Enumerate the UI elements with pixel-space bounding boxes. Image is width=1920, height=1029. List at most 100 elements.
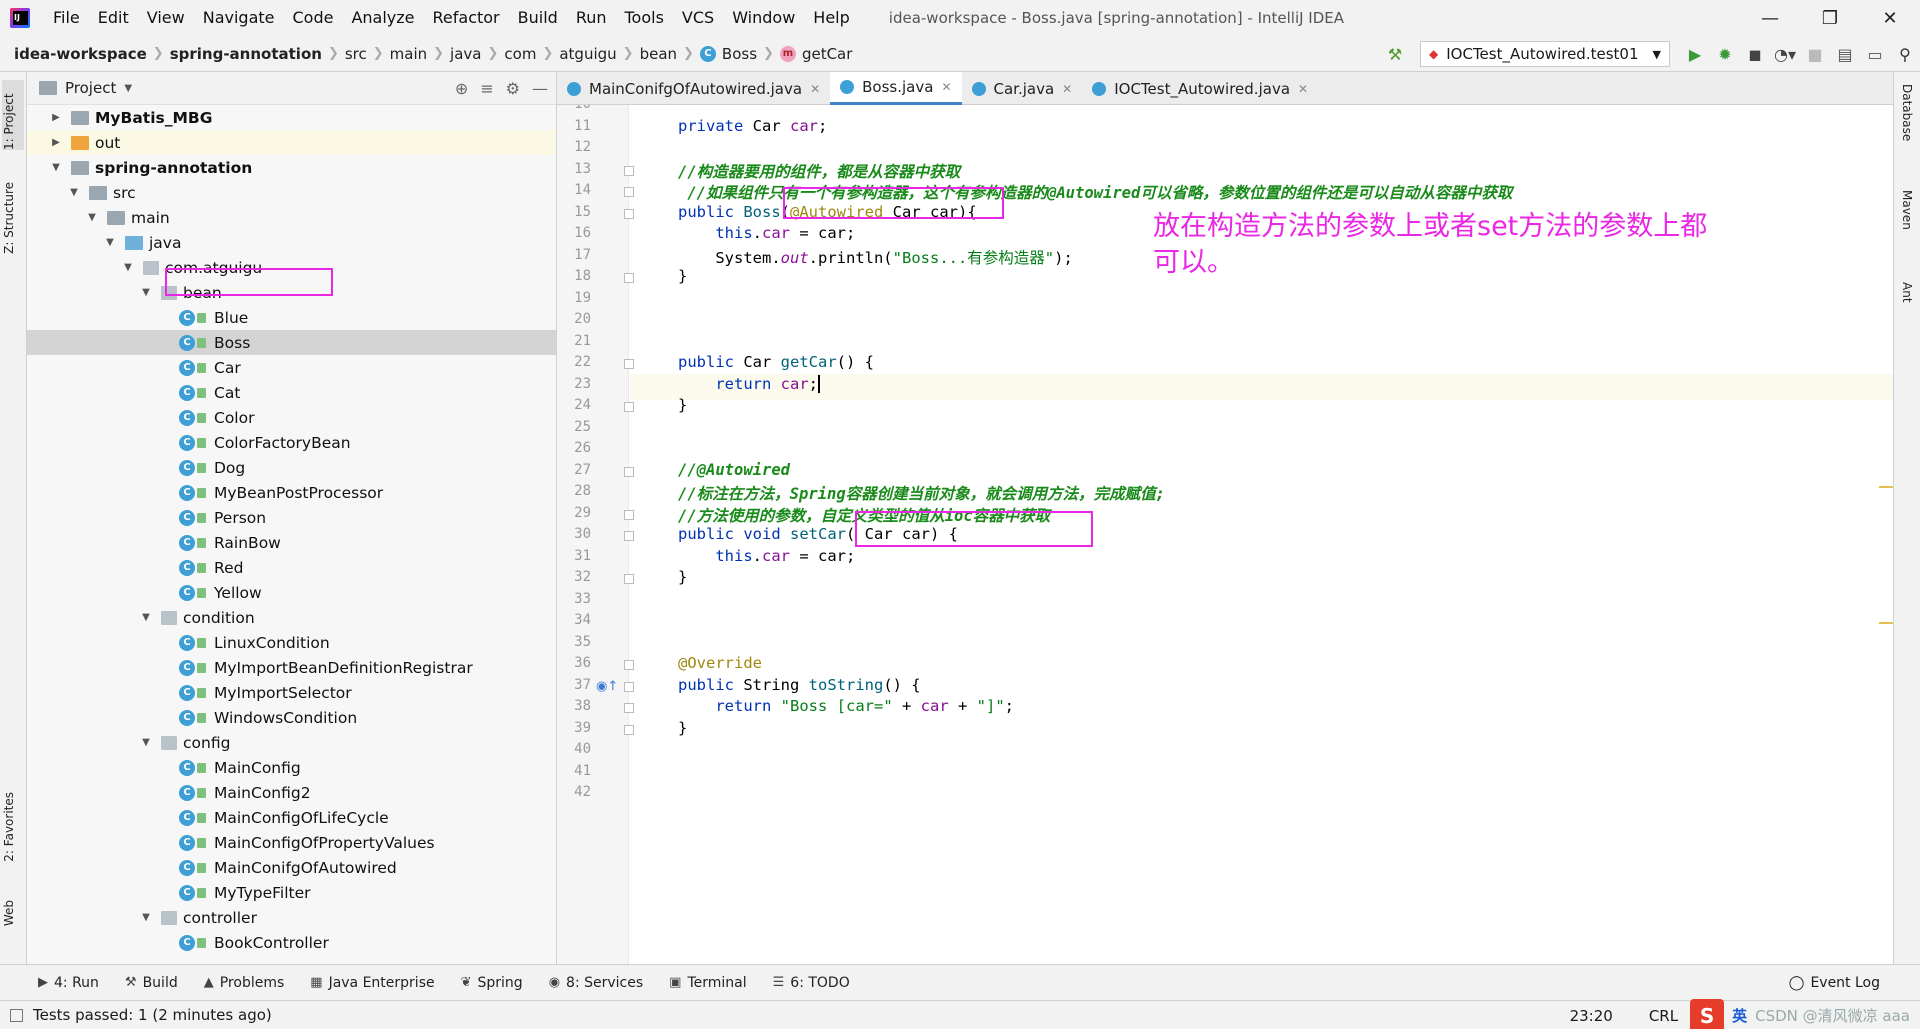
breadcrumb-item[interactable]: C Boss — [699, 45, 757, 63]
menu-help[interactable]: Help — [804, 0, 858, 36]
fold-icon[interactable] — [624, 466, 634, 477]
tab-database-tool[interactable]: Database — [1900, 84, 1914, 141]
breadcrumb-item[interactable]: java — [450, 45, 481, 63]
minimize-icon[interactable]: — — [1740, 0, 1800, 36]
tree-item-windowscondition[interactable]: C WindowsCondition — [27, 705, 556, 730]
fold-icon[interactable] — [624, 681, 634, 692]
hide-icon[interactable]: — — [532, 79, 548, 98]
tab-web-tool[interactable]: Web — [2, 900, 16, 926]
tab-mainconifgofautowired-java[interactable]: MainConifgOfAutowired.java ✕ — [557, 72, 830, 105]
sogou-ime-icon[interactable]: S — [1690, 998, 1725, 1029]
fold-icon[interactable] — [624, 574, 634, 584]
expand-down-icon[interactable]: ▼ — [103, 237, 117, 248]
tab-maven-tool[interactable]: Maven — [1900, 190, 1914, 230]
tree-item-src[interactable]: ▼ src — [27, 180, 556, 205]
fold-icon[interactable] — [624, 531, 634, 541]
menu-build[interactable]: Build — [509, 0, 567, 36]
line-separator[interactable]: CRL — [1649, 1007, 1678, 1025]
gear-icon[interactable]: ⚙ — [506, 79, 520, 98]
run-config-select[interactable]: ◆ IOCTest_Autowired.test01 ▼ — [1420, 41, 1670, 67]
fold-icon[interactable] — [624, 724, 634, 735]
breadcrumb-item[interactable]: src — [345, 45, 367, 63]
tab-ant-tool[interactable]: Ant — [1900, 282, 1914, 303]
build-hammer-icon[interactable]: ⚒ — [1380, 39, 1410, 69]
tree-item-condition[interactable]: ▼ condition — [27, 605, 556, 630]
close-tab-icon[interactable]: ✕ — [1298, 82, 1308, 96]
tree-item-linuxcondition[interactable]: C LinuxCondition — [27, 630, 556, 655]
breadcrumb-item[interactable]: idea-workspace — [14, 45, 147, 63]
menu-window[interactable]: Window — [723, 0, 804, 36]
tree-item-red[interactable]: C Red — [27, 555, 556, 580]
tree-item-myimportselector[interactable]: C MyImportSelector — [27, 680, 556, 705]
breadcrumb-item[interactable]: bean — [640, 45, 677, 63]
tree-item-out[interactable]: ▶ out — [27, 130, 556, 155]
menu-edit[interactable]: Edit — [89, 0, 138, 36]
menu-vcs[interactable]: VCS — [673, 0, 723, 36]
tool-java-enterprise[interactable]: ▦ Java Enterprise — [310, 975, 434, 991]
tab-car-java[interactable]: Car.java ✕ — [962, 72, 1083, 105]
tree-item-mainconfig2[interactable]: C MainConfig2 — [27, 780, 556, 805]
fold-icon[interactable] — [624, 273, 634, 283]
tree-item-color[interactable]: C Color — [27, 405, 556, 430]
tab-favorites-tool[interactable]: 2: Favorites — [2, 792, 16, 862]
tool-8-services[interactable]: ◉ 8: Services — [549, 975, 643, 991]
ime-language[interactable]: 英 — [1732, 1005, 1747, 1026]
override-gutter-icon[interactable]: ◉↑ — [596, 679, 618, 694]
profile-icon[interactable]: ◔▾ — [1770, 39, 1800, 69]
menu-code[interactable]: Code — [284, 0, 343, 36]
code-editor[interactable]: 10 11 private Car car; 12 13 //构造器要用的组件，都是从容器… — [557, 105, 1893, 964]
status-toggle-icon[interactable] — [10, 1008, 23, 1022]
close-tab-icon[interactable]: ✕ — [810, 82, 820, 96]
caret-position[interactable]: 23:20 — [1570, 1007, 1613, 1025]
tool-4-run[interactable]: ▶ 4: Run — [38, 975, 99, 991]
menu-run[interactable]: Run — [567, 0, 616, 36]
project-panel-title[interactable]: Project — [65, 79, 116, 97]
restore-icon[interactable]: ❐ — [1800, 0, 1860, 36]
fold-icon[interactable] — [624, 208, 634, 219]
tree-item-car[interactable]: C Car — [27, 355, 556, 380]
close-tab-icon[interactable]: ✕ — [1062, 82, 1072, 96]
menu-file[interactable]: File — [44, 0, 89, 36]
fold-icon[interactable] — [624, 402, 634, 412]
tree-item-blue[interactable]: C Blue — [27, 305, 556, 330]
tree-item-mytypefilter[interactable]: C MyTypeFilter — [27, 880, 556, 905]
tree-item-config[interactable]: ▼ config — [27, 730, 556, 755]
tree-item-main[interactable]: ▼ main — [27, 205, 556, 230]
tool-spring[interactable]: ❦ Spring — [461, 975, 523, 991]
fold-icon[interactable] — [624, 187, 634, 197]
tree-item-rainbow[interactable]: C RainBow — [27, 530, 556, 555]
event-log-button[interactable]: ◯ Event Log — [1789, 965, 1880, 1001]
menu-analyze[interactable]: Analyze — [342, 0, 423, 36]
tool-6-todo[interactable]: ☰ 6: TODO — [773, 975, 850, 991]
tree-item-spring-annotation[interactable]: ▼ spring-annotation — [27, 155, 556, 180]
tree-item-java[interactable]: ▼ java — [27, 230, 556, 255]
tree-item-mybatis-mbg[interactable]: ▶ MyBatis_MBG — [27, 105, 556, 130]
menu-tools[interactable]: Tools — [616, 0, 673, 36]
expand-down-icon[interactable]: ▼ — [121, 262, 135, 273]
coverage-icon[interactable]: ◼ — [1740, 39, 1770, 69]
expand-down-icon[interactable]: ▼ — [139, 737, 153, 748]
tree-item-dog[interactable]: C Dog — [27, 455, 556, 480]
collapse-all-icon[interactable]: ≡ — [480, 79, 493, 98]
chevron-down-icon[interactable]: ▼ — [124, 83, 132, 94]
run-icon[interactable]: ▶ — [1680, 39, 1710, 69]
tree-item-bookcontroller[interactable]: C BookController — [27, 930, 556, 955]
fold-icon[interactable] — [624, 660, 634, 670]
tree-item-mainconfig[interactable]: C MainConfig — [27, 755, 556, 780]
tab-ioctest-autowired-java[interactable]: IOCTest_Autowired.java ✕ — [1082, 72, 1318, 105]
fold-icon[interactable] — [624, 509, 634, 520]
close-tab-icon[interactable]: ✕ — [941, 80, 951, 94]
presentation-icon[interactable]: ▭ — [1860, 39, 1890, 69]
tree-item-mainconifgofautowired[interactable]: C MainConifgOfAutowired — [27, 855, 556, 880]
tree-item-mainconfigofpropertyvalues[interactable]: C MainConfigOfPropertyValues — [27, 830, 556, 855]
close-icon[interactable]: ✕ — [1860, 0, 1920, 36]
tree-item-yellow[interactable]: C Yellow — [27, 580, 556, 605]
search-everywhere-icon[interactable]: ⚲ — [1890, 39, 1920, 69]
tree-item-colorfactorybean[interactable]: C ColorFactoryBean — [27, 430, 556, 455]
breadcrumb-item[interactable]: m getCar — [779, 45, 852, 63]
tree-item-controller[interactable]: ▼ controller — [27, 905, 556, 930]
stop-icon[interactable]: ■ — [1800, 39, 1830, 69]
tree-item-myimportbeandefinitionregistrar[interactable]: C MyImportBeanDefinitionRegistrar — [27, 655, 556, 680]
tab-boss-java[interactable]: Boss.java ✕ — [830, 72, 962, 105]
tree-item-cat[interactable]: C Cat — [27, 380, 556, 405]
